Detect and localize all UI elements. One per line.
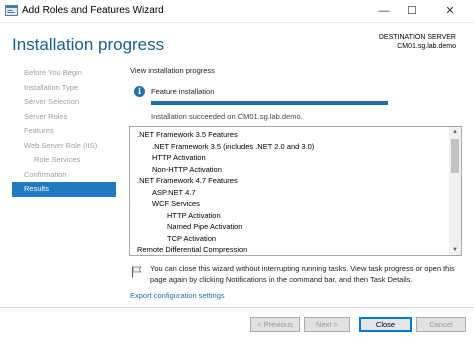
export-configuration-link[interactable]: Export configuration settings: [130, 291, 225, 300]
result-line: TCP Activation: [167, 233, 217, 243]
sidebar-item-results[interactable]: Results: [12, 182, 116, 197]
footer-divider: [0, 307, 474, 308]
results-list[interactable]: .NET Framework 3.5 Features .NET Framewor…: [129, 126, 462, 256]
sidebar-item-before-you-begin: Before You Begin: [24, 68, 82, 77]
wizard-steps-sidebar: Before You Begin Installation Type Serve…: [12, 66, 116, 197]
wizard-app-icon: [5, 5, 18, 16]
sidebar-item-server-selection: Server Selection: [24, 97, 80, 106]
flag-icon: [132, 266, 142, 278]
close-wizard-note: You can close this wizard without interr…: [150, 264, 455, 284]
destination-server-label: DESTINATION SERVER: [378, 34, 456, 41]
result-line: Remote Differential Compression: [137, 245, 248, 254]
window-title: Add Roles and Features Wizard: [22, 5, 164, 16]
close-window-button[interactable]: ✕: [426, 0, 474, 22]
installation-status-text: Installation succeeded on CM01.sg.lab.de…: [151, 112, 303, 121]
info-icon: i: [134, 86, 145, 97]
progress-bar-fill: [151, 101, 388, 105]
result-line: ASP.NET 4.7: [152, 187, 196, 197]
sidebar-item-installation-type: Installation Type: [24, 82, 79, 92]
results-lines: .NET Framework 3.5 Features .NET Framewor…: [130, 127, 448, 255]
sidebar-item-confirmation: Confirmation: [24, 169, 67, 179]
sidebar-item-role-services: Role Services: [34, 155, 81, 164]
scroll-down-arrow-icon[interactable]: ▼: [449, 245, 461, 255]
scroll-up-arrow-icon[interactable]: ▲: [449, 127, 461, 137]
result-line: Named Pipe Activation: [167, 222, 243, 231]
sidebar-item-features: Features: [24, 126, 54, 135]
destination-server-name: CM01.sg.lab.demo: [397, 43, 456, 50]
close-button[interactable]: Close: [359, 317, 412, 332]
destination-server-block: DESTINATION SERVER CM01.sg.lab.demo: [379, 33, 456, 51]
result-line: .NET Framework 3.5 Features: [137, 130, 238, 139]
feature-installation-label: Feature installation: [151, 87, 215, 96]
page-title: Installation progress: [12, 35, 165, 54]
results-scrollbar[interactable]: ▲ ▼: [449, 127, 461, 255]
result-line: WCF Services: [152, 199, 200, 208]
installation-progress-bar: [151, 101, 388, 105]
minimize-button[interactable]: —: [370, 0, 398, 22]
next-button[interactable]: Next >: [304, 317, 350, 332]
result-line: HTTP Activation: [152, 153, 206, 162]
maximize-button[interactable]: ☐: [398, 0, 426, 22]
previous-button[interactable]: < Previous: [250, 317, 300, 332]
cancel-button[interactable]: Cancel: [416, 317, 466, 332]
result-line: .NET Framework 3.5 (includes .NET 2.0 an…: [152, 141, 315, 151]
view-progress-label: View installation progress: [130, 66, 215, 75]
result-line: Non-HTTP Activation: [152, 164, 222, 174]
sidebar-item-server-roles: Server Roles: [24, 111, 68, 121]
window-title-bar: Add Roles and Features Wizard — ☐ ✕: [0, 0, 474, 23]
scrollbar-thumb[interactable]: [451, 139, 459, 173]
sidebar-item-web-server-role: Web Server Role (IIS): [24, 140, 98, 150]
result-line: HTTP Activation: [167, 210, 221, 220]
result-line: .NET Framework 4.7 Features: [137, 176, 238, 185]
